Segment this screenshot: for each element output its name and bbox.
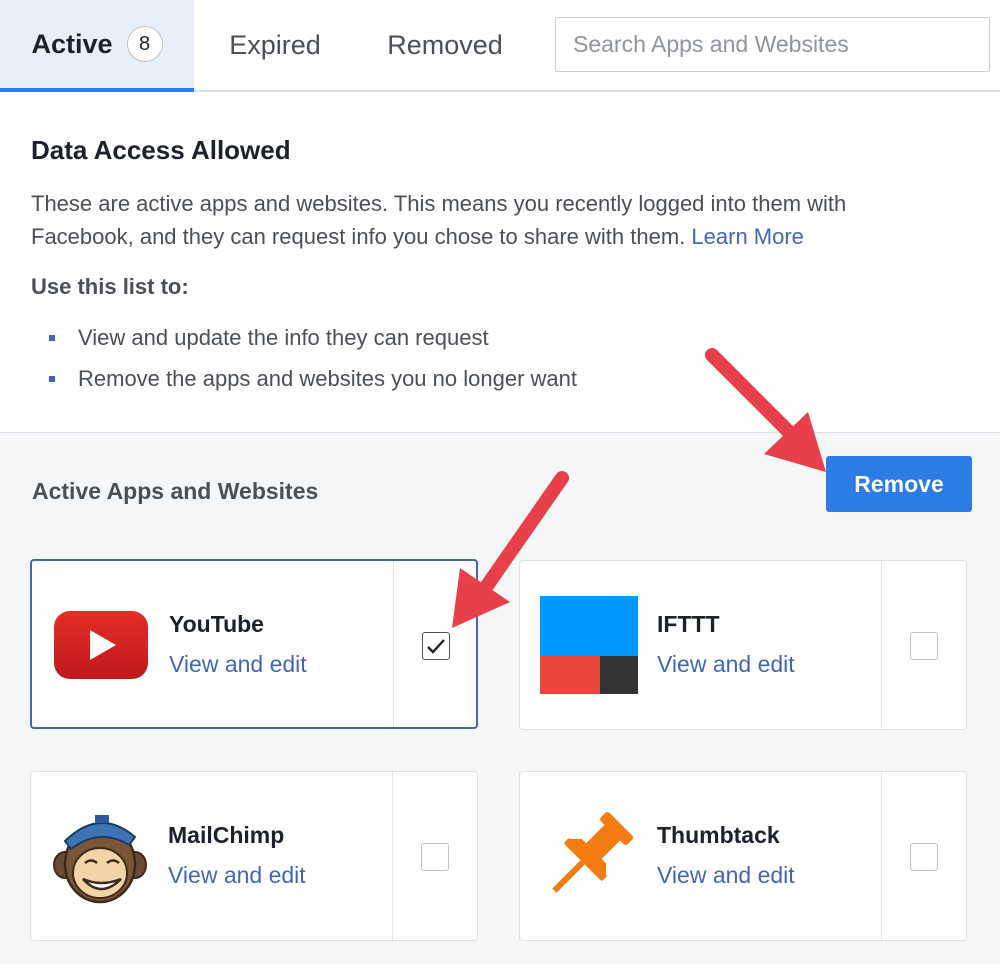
app-card-ifttt[interactable]: IFTTT View and edit bbox=[519, 560, 967, 730]
app-card-youtube[interactable]: YouTube View and edit bbox=[30, 559, 478, 729]
card-divider bbox=[881, 772, 882, 940]
tab-expired[interactable]: Expired bbox=[210, 0, 340, 90]
info-bullet-list: View and update the info they can reques… bbox=[49, 317, 577, 399]
thumbtack-logo-icon bbox=[552, 811, 634, 893]
list-item: Remove the apps and websites you no long… bbox=[49, 358, 577, 399]
app-checkbox-ifttt[interactable] bbox=[910, 632, 938, 660]
checkmark-icon bbox=[427, 639, 445, 654]
app-name: IFTTT bbox=[657, 611, 720, 637]
youtube-logo-icon bbox=[54, 611, 148, 679]
tab-expired-label: Expired bbox=[229, 29, 321, 60]
apps-section-title: Active Apps and Websites bbox=[32, 478, 319, 504]
tab-bar: Active 8 Expired Removed bbox=[0, 0, 1000, 92]
app-checkbox-thumbtack[interactable] bbox=[910, 843, 938, 871]
view-and-edit-link[interactable]: View and edit bbox=[169, 651, 307, 678]
app-checkbox-mailchimp[interactable] bbox=[421, 843, 449, 871]
view-and-edit-link[interactable]: View and edit bbox=[657, 651, 795, 678]
card-divider bbox=[393, 561, 394, 727]
bullet-icon bbox=[49, 375, 55, 382]
tab-active-label: Active bbox=[31, 28, 113, 59]
tab-active-count-badge: 8 bbox=[126, 26, 163, 62]
card-divider bbox=[881, 561, 882, 729]
app-name: Thumbtack bbox=[657, 822, 780, 848]
app-name: MailChimp bbox=[168, 822, 285, 848]
bullet-text: Remove the apps and websites you no long… bbox=[78, 365, 577, 391]
ifttt-logo-icon bbox=[540, 596, 638, 694]
view-and-edit-link[interactable]: View and edit bbox=[168, 862, 306, 889]
tab-active[interactable]: Active 8 bbox=[0, 0, 194, 92]
list-item: View and update the info they can reques… bbox=[49, 317, 577, 358]
mailchimp-logo-icon bbox=[53, 815, 147, 904]
learn-more-link[interactable]: Learn More bbox=[691, 224, 804, 249]
apps-section: Active Apps and Websites Remove YouTube … bbox=[0, 432, 1000, 964]
app-card-mailchimp[interactable]: MailChimp View and edit bbox=[30, 771, 478, 941]
remove-button[interactable]: Remove bbox=[826, 456, 972, 512]
app-name: YouTube bbox=[169, 611, 264, 637]
tab-removed-label: Removed bbox=[387, 29, 503, 60]
info-title: Data Access Allowed bbox=[31, 135, 291, 165]
card-divider bbox=[392, 772, 393, 940]
search-input[interactable] bbox=[555, 17, 990, 72]
info-description: These are active apps and websites. This… bbox=[31, 187, 951, 253]
view-and-edit-link[interactable]: View and edit bbox=[657, 862, 795, 889]
tab-removed[interactable]: Removed bbox=[370, 0, 520, 90]
info-section: Data Access Allowed These are active app… bbox=[0, 92, 1000, 432]
bullet-icon bbox=[49, 334, 55, 341]
app-checkbox-youtube[interactable] bbox=[422, 632, 450, 660]
info-subtitle: Use this list to: bbox=[31, 274, 189, 299]
bullet-text: View and update the info they can reques… bbox=[78, 324, 489, 350]
app-card-thumbtack[interactable]: Thumbtack View and edit bbox=[519, 771, 967, 941]
